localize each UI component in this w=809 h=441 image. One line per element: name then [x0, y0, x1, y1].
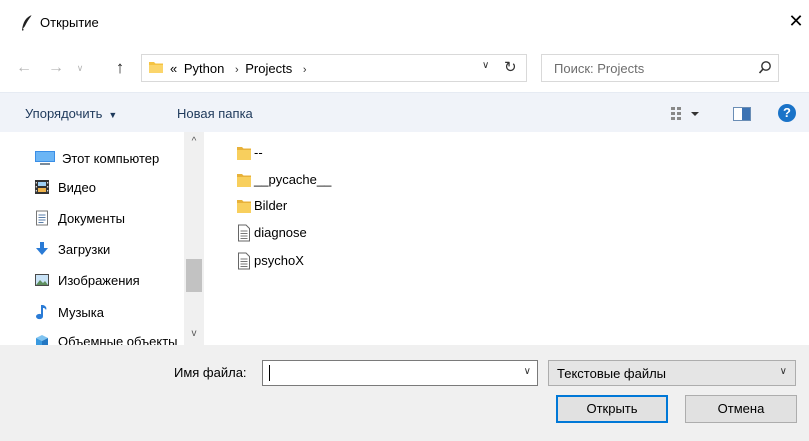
search-icon[interactable]	[758, 60, 772, 76]
command-bar: Упорядочить ▼ Новая папка ?	[0, 92, 809, 132]
scroll-up-icon[interactable]: ^	[184, 136, 204, 147]
breadcrumb-separator-icon[interactable]: ›	[303, 64, 307, 76]
filename-input[interactable]: ∨	[262, 360, 538, 386]
recent-locations-dropdown[interactable]: ∨	[70, 56, 90, 80]
file-name: __pycache__	[254, 172, 332, 187]
documents-icon	[36, 210, 48, 226]
navigation-bar: ← → ∨ ↑ « Python › Projects › ∨ ↻ Поиск:…	[0, 46, 809, 92]
preview-pane-icon[interactable]	[733, 107, 751, 121]
breadcrumb-item-projects[interactable]: Projects	[245, 61, 292, 76]
caret-down-icon: ▼	[108, 110, 118, 120]
sidebar-item-label: Изображения	[58, 273, 140, 288]
file-type-select[interactable]: Текстовые файлы ∨	[548, 360, 796, 386]
address-dropdown-icon[interactable]: ∨	[482, 60, 489, 71]
sidebar-scrollbar[interactable]: ^ v	[184, 132, 204, 345]
file-name: psychoX	[254, 253, 304, 268]
folder-icon	[237, 174, 251, 187]
breadcrumb: « Python › Projects ›	[170, 61, 310, 76]
folder-icon	[237, 200, 251, 213]
organize-label: Упорядочить	[25, 106, 103, 121]
search-placeholder: Поиск: Projects	[554, 61, 645, 76]
text-caret	[269, 365, 270, 381]
up-button[interactable]: ↑	[110, 56, 130, 80]
breadcrumb-item-python[interactable]: Python	[184, 61, 224, 76]
change-view-icon[interactable]	[670, 105, 704, 123]
sidebar-item-label: Музыка	[58, 305, 104, 320]
folder-icon	[149, 62, 163, 73]
new-folder-button[interactable]: Новая папка	[177, 106, 253, 121]
file-list[interactable]: -- __pycache__ Bilder diagnose psychoX	[204, 132, 809, 345]
title-bar: Открытие ✕	[0, 0, 809, 46]
forward-button[interactable]: →	[46, 56, 66, 80]
video-icon	[35, 180, 49, 194]
scrollbar-thumb[interactable]	[186, 259, 202, 292]
scroll-down-icon[interactable]: v	[184, 328, 204, 339]
computer-icon	[35, 151, 55, 165]
sidebar-item-label: Этот компьютер	[62, 151, 160, 166]
sidebar-item-label: Документы	[58, 211, 126, 226]
search-input[interactable]: Поиск: Projects	[541, 54, 779, 82]
cancel-button[interactable]: Отмена	[685, 395, 797, 423]
folder-icon	[237, 147, 251, 160]
file-type-value: Текстовые файлы	[557, 366, 667, 381]
open-button[interactable]: Открыть	[556, 395, 668, 423]
refresh-icon[interactable]: ↻	[504, 58, 517, 76]
chevron-down-icon[interactable]: ∨	[524, 366, 531, 377]
breadcrumb-overflow[interactable]: «	[170, 61, 177, 76]
chevron-down-icon[interactable]: ∨	[780, 366, 787, 377]
feather-icon	[22, 14, 33, 31]
filename-label: Имя файла:	[174, 365, 247, 380]
window-title: Открытие	[40, 15, 99, 30]
navigation-pane[interactable]: Этот компьютер Видео Документы Загрузки	[0, 132, 204, 345]
sidebar-item-label: Видео	[58, 180, 96, 195]
sidebar-item-label: Загрузки	[58, 242, 111, 257]
downloads-icon	[36, 242, 48, 255]
text-file-icon	[238, 252, 250, 270]
file-name: --	[254, 145, 263, 160]
dialog-footer: Имя файла: ∨ Текстовые файлы ∨ Открыть О…	[0, 345, 809, 441]
address-bar[interactable]: « Python › Projects › ∨ ↻	[141, 54, 527, 82]
text-file-icon	[238, 224, 250, 242]
help-icon[interactable]: ?	[778, 104, 796, 122]
file-name: diagnose	[254, 225, 307, 240]
file-name: Bilder	[254, 198, 288, 213]
organize-menu-button[interactable]: Упорядочить ▼	[25, 106, 117, 121]
close-button[interactable]: ✕	[783, 8, 809, 34]
pictures-icon	[35, 274, 49, 286]
back-button[interactable]: ←	[14, 56, 34, 80]
3d-objects-icon	[36, 335, 48, 345]
sidebar-item-label: Объемные объекты	[58, 334, 178, 345]
breadcrumb-separator-icon[interactable]: ›	[235, 64, 239, 76]
music-icon	[36, 305, 47, 320]
